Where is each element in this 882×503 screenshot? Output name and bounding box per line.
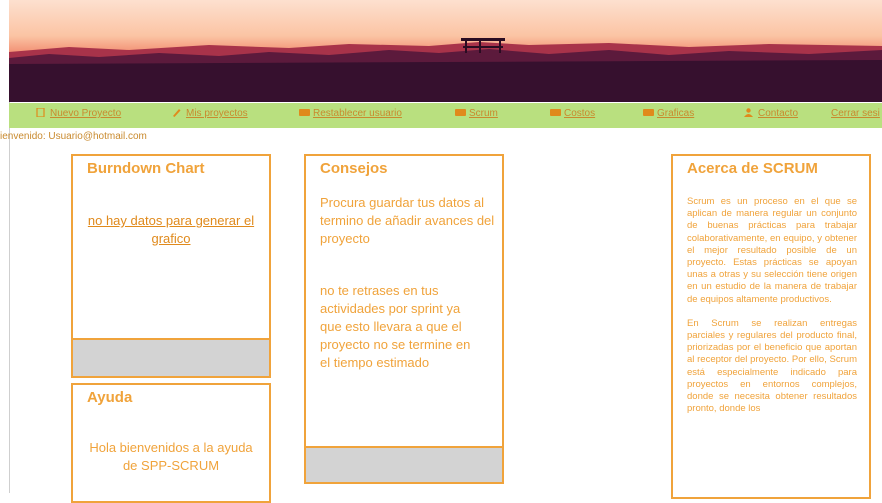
burndown-panel: Burndown Chart no hay datos para generar… bbox=[71, 154, 271, 378]
nav-graficas[interactable]: Graficas bbox=[643, 108, 694, 119]
nav-restablecer-usuario[interactable]: Restablecer usuario bbox=[299, 108, 402, 119]
no-data-link[interactable]: no hay datos para generar el grafico bbox=[88, 213, 254, 246]
nav-contacto[interactable]: Contacto bbox=[744, 108, 798, 119]
about-paragraph-1: Scrum es un proceso en el que se aplican… bbox=[687, 196, 857, 305]
ayuda-message: Hola bienvenidos a la ayuda de SPP-SCRUM bbox=[89, 440, 253, 473]
burndown-title: Burndown Chart bbox=[87, 160, 205, 177]
burndown-footer bbox=[73, 338, 269, 376]
about-title: Acerca de SCRUM bbox=[687, 160, 818, 177]
card-icon bbox=[643, 108, 654, 116]
user-reset-icon bbox=[299, 108, 310, 116]
tip-guardar: Procura guardar tus datos al termino de … bbox=[320, 195, 495, 246]
nav-nuevo-proyecto[interactable]: Nuevo Proyecto bbox=[36, 107, 121, 119]
tip-retrasos: no te retrases en tus actividades por sp… bbox=[320, 283, 471, 370]
welcome-text: ienvenido: Usuario@hotmail.com bbox=[0, 131, 147, 142]
sunset-landscape-image bbox=[9, 0, 882, 102]
nav-cerrar-sesion[interactable]: Cerrar sesi bbox=[831, 108, 880, 119]
consejos-panel: Consejos Procura guardar tus datos al te… bbox=[304, 154, 504, 484]
header-banner bbox=[9, 0, 882, 102]
consejos-footer bbox=[306, 446, 502, 482]
nav-scrum[interactable]: Scrum bbox=[455, 108, 498, 119]
nav-costos[interactable]: Costos bbox=[550, 108, 595, 119]
card-icon bbox=[550, 108, 561, 116]
about-scrum-panel: Acerca de SCRUM Scrum es un proceso en e… bbox=[671, 154, 871, 499]
card-icon bbox=[455, 108, 466, 116]
document-icon bbox=[36, 107, 45, 118]
main-nav: Nuevo Proyecto Mis proyectos Restablecer… bbox=[9, 103, 882, 128]
pencil-icon bbox=[172, 108, 181, 117]
person-icon bbox=[744, 108, 753, 117]
consejos-title: Consejos bbox=[320, 160, 388, 177]
ayuda-panel: Ayuda Hola bienvenidos a la ayuda de SPP… bbox=[71, 383, 271, 503]
about-paragraph-2: En Scrum se realizan entregas parciales … bbox=[687, 317, 857, 415]
nav-mis-proyectos[interactable]: Mis proyectos bbox=[172, 108, 248, 119]
about-text: Scrum es un proceso en el que se aplican… bbox=[687, 196, 857, 427]
ayuda-title: Ayuda bbox=[87, 389, 133, 406]
